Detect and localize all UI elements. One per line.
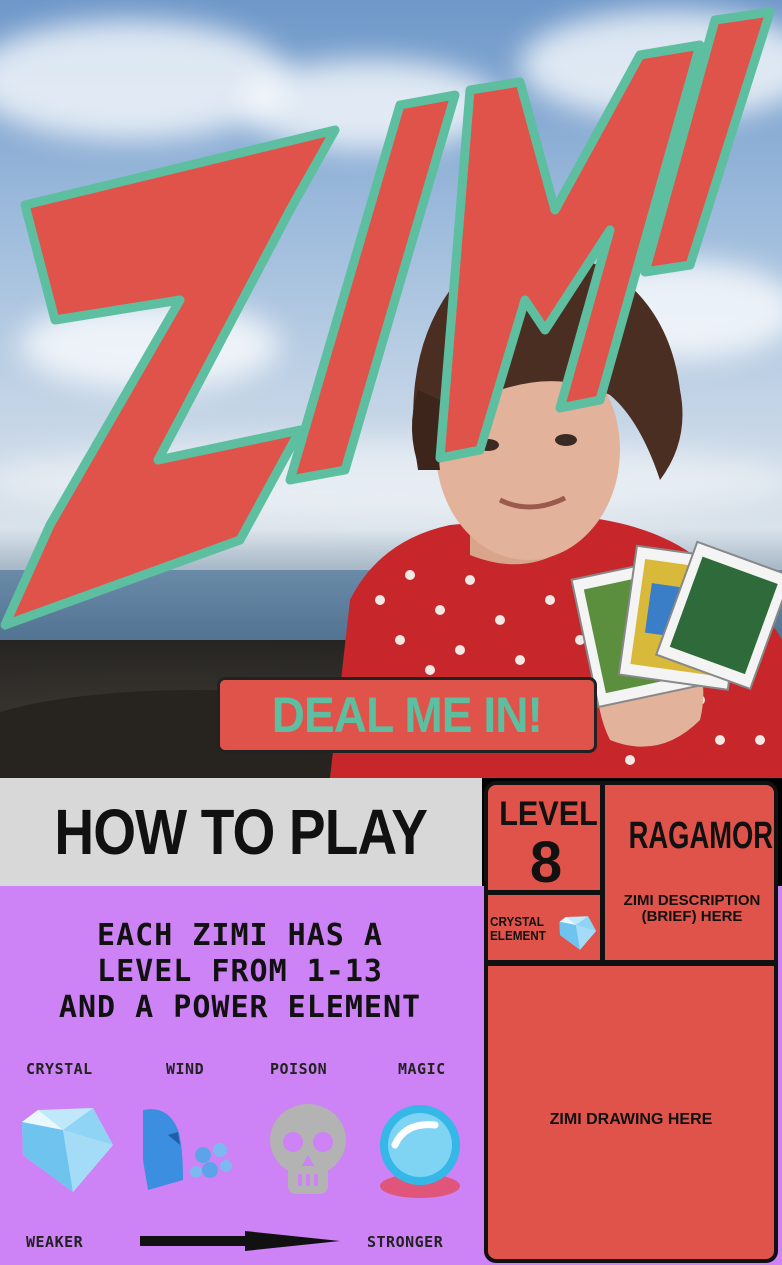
- rules-text: EACH ZIMI HAS A LEVEL FROM 1-13 AND A PO…: [10, 918, 470, 1026]
- zimi-logo-art: [0, 7, 775, 630]
- rules-line: AND A POWER ELEMENT: [58, 990, 422, 1025]
- card-level-number: 8: [529, 830, 563, 895]
- element-label-poison: POISON: [270, 1060, 328, 1078]
- deal-me-in-button[interactable]: DEAL ME IN!: [217, 677, 597, 753]
- rules-line: EACH ZIMI HAS A: [97, 918, 383, 953]
- magic-orb-icon: [380, 1105, 460, 1198]
- arrow-right-icon: [140, 1231, 340, 1251]
- card-element-line: ELEMENT: [490, 928, 546, 943]
- how-to-play-title: HOW TO PLAY: [54, 796, 429, 868]
- card-divider: [488, 960, 774, 966]
- card-divider: [600, 785, 605, 965]
- element-label-magic: MAGIC: [398, 1060, 446, 1078]
- card-description-line: ZIMI DESCRIPTION: [623, 892, 761, 909]
- card-drawing-placeholder: ZIMI DRAWING HERE: [549, 1111, 713, 1128]
- element-label-wind: WIND: [166, 1060, 205, 1078]
- card-description-line: (BRIEF) HERE: [641, 908, 743, 925]
- wind-icon: [143, 1109, 232, 1190]
- crystal-icon: [559, 916, 596, 950]
- stronger-label: STRONGER: [367, 1233, 444, 1251]
- deal-me-in-label: DEAL ME IN!: [271, 687, 543, 743]
- poison-skull-icon: [270, 1104, 346, 1194]
- weaker-label: WEAKER: [26, 1233, 84, 1251]
- hero-banner: DEAL ME IN!: [0, 0, 782, 778]
- card-element-line: CRYSTAL: [490, 914, 544, 929]
- crystal-icon: [22, 1108, 113, 1192]
- how-to-play-header: HOW TO PLAY: [0, 778, 482, 886]
- card-element-label: CRYSTAL ELEMENT: [490, 915, 553, 943]
- rules-line: LEVEL FROM 1-13: [97, 954, 383, 989]
- zimi-card[interactable]: LEVEL 8 CRYSTAL ELEMENT RAGAMORPH ZIMI D…: [484, 781, 778, 1263]
- card-zimi-name: RAGAMORPH: [628, 815, 774, 857]
- element-label-crystal: CRYSTAL: [26, 1060, 93, 1078]
- card-description: ZIMI DESCRIPTION (BRIEF) HERE: [606, 892, 774, 925]
- zimi-logo: [0, 0, 782, 680]
